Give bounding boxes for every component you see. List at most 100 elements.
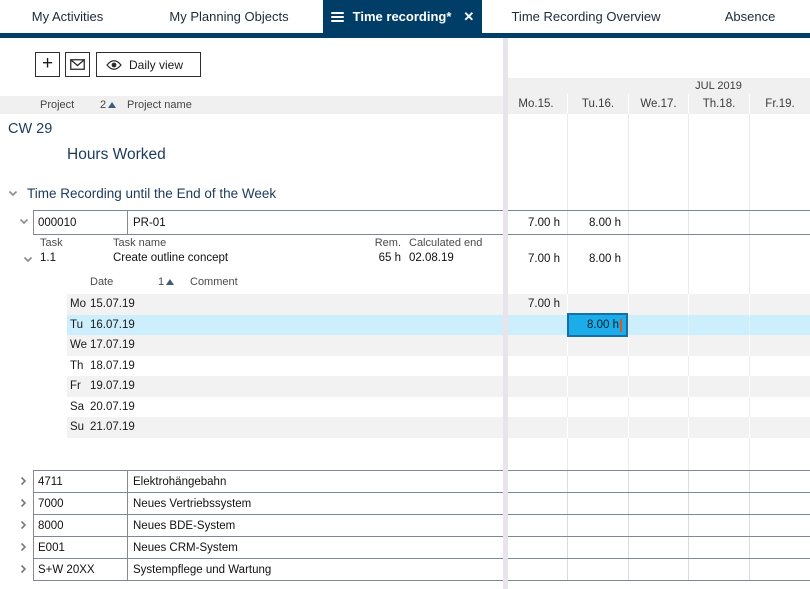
day-cell[interactable] [505,515,567,536]
day-cell[interactable] [749,356,810,377]
project-hours-th[interactable] [688,211,749,234]
hours-edit-cell[interactable]: 8.00 h [567,313,628,337]
project-hours-mo[interactable]: 7.00 h [505,211,567,234]
day-cell[interactable] [567,356,628,377]
column-header-task[interactable]: Task [40,237,63,249]
day-cell[interactable] [749,493,810,514]
tab-my-activities[interactable]: My Activities [0,0,135,33]
day-cell[interactable] [628,493,688,514]
day-cell[interactable] [567,559,628,580]
task-hours-we[interactable] [628,251,688,267]
task-hours-mo[interactable]: 7.00 h [505,251,567,267]
day-cell[interactable] [628,335,688,356]
day-cell[interactable] [628,397,688,418]
day-cell[interactable] [505,417,567,438]
day-cell[interactable] [628,376,688,397]
day-cell[interactable] [749,294,810,315]
day-cell[interactable] [628,471,688,492]
day-cell[interactable] [749,335,810,356]
day-cell[interactable] [688,515,749,536]
day-cell[interactable] [567,376,628,397]
column-header-comment[interactable]: Comment [190,276,238,288]
day-cell[interactable] [567,471,628,492]
day-cell[interactable] [505,335,567,356]
day-cell[interactable] [688,471,749,492]
day-cell[interactable] [567,294,628,315]
day-cell[interactable] [749,471,810,492]
day-cell[interactable] [567,493,628,514]
day-cell[interactable] [505,471,567,492]
day-cell[interactable] [749,515,810,536]
chevron-right-icon[interactable] [20,476,27,486]
column-header-project-name[interactable]: Project name [127,96,192,114]
tab-my-planning-objects[interactable]: My Planning Objects [135,0,323,33]
day-hours-mo[interactable]: 7.00 h [505,294,567,315]
project-name-cell[interactable]: Neues Vertriebssystem [128,493,505,514]
day-cell[interactable] [628,356,688,377]
day-cell[interactable] [505,376,567,397]
close-icon[interactable]: ✕ [463,9,474,25]
day-cell[interactable] [628,559,688,580]
project-code-cell[interactable]: 000010 [33,211,128,234]
task-hours-fr[interactable] [749,251,810,267]
project-code-cell[interactable]: 8000 [33,515,128,536]
sort-indicator-date[interactable]: 1 [158,276,174,288]
tab-time-recording[interactable]: Time recording* ✕ [323,0,482,33]
section-time-recording-week[interactable]: Time Recording until the End of the Week [27,186,276,201]
tab-absence[interactable]: Absence [690,0,810,33]
day-cell[interactable] [688,417,749,438]
date-row-we[interactable]: We 17.07.19 [67,335,810,356]
task-hours-tu[interactable]: 8.00 h [567,251,628,267]
project-row-e001[interactable]: E001 Neues CRM-System [33,536,810,558]
project-hours-we[interactable] [628,211,688,234]
project-hours-tu[interactable]: 8.00 h [567,211,628,234]
mail-button[interactable] [65,52,90,77]
project-name-cell[interactable]: Systempflege und Wartung [128,559,505,580]
project-code-cell[interactable]: S+W 20XX [33,559,128,580]
sort-indicator-project[interactable]: 2 [100,96,116,114]
project-row-000010[interactable]: 000010 PR-01 7.00 h 8.00 h [33,210,810,235]
day-cell[interactable] [567,537,628,558]
day-cell[interactable] [628,417,688,438]
day-cell[interactable] [505,315,567,336]
day-cell[interactable] [688,537,749,558]
day-cell[interactable] [505,559,567,580]
day-cell[interactable] [567,417,628,438]
project-hours-fr[interactable] [749,211,810,234]
day-cell[interactable] [688,335,749,356]
date-row-th[interactable]: Th 18.07.19 [67,356,810,377]
column-header-calculated-end[interactable]: Calculated end [409,237,482,249]
day-cell[interactable] [505,493,567,514]
tab-time-recording-overview[interactable]: Time Recording Overview [482,0,690,33]
day-cell[interactable] [688,376,749,397]
day-cell[interactable] [749,559,810,580]
day-cell[interactable] [505,397,567,418]
project-code-cell[interactable]: E001 [33,537,128,558]
chevron-down-icon[interactable] [23,256,33,263]
chevron-right-icon[interactable] [20,542,27,552]
date-row-sa[interactable]: Sa 20.07.19 [67,397,810,418]
day-cell[interactable] [688,294,749,315]
project-code-cell[interactable]: 4711 [33,471,128,492]
date-row-mo[interactable]: Mo 15.07.19 7.00 h [67,294,810,315]
project-row-4711[interactable]: 4711 Elektrohängebahn [33,470,810,492]
column-header-rem[interactable]: Rem. [350,237,401,249]
day-cell[interactable] [567,335,628,356]
chevron-right-icon[interactable] [20,498,27,508]
day-cell[interactable] [749,376,810,397]
day-cell[interactable] [628,315,688,336]
day-cell[interactable] [688,356,749,377]
daily-view-button[interactable]: Daily view [96,52,201,77]
day-cell[interactable] [628,515,688,536]
chevron-right-icon[interactable] [20,564,27,574]
chevron-right-icon[interactable] [20,520,27,530]
day-cell[interactable] [749,315,810,336]
project-code-cell[interactable]: 7000 [33,493,128,514]
column-header-date[interactable]: Date [90,276,113,288]
day-cell[interactable] [688,559,749,580]
day-cell[interactable] [749,397,810,418]
day-cell[interactable] [749,417,810,438]
project-name-cell[interactable]: Elektrohängebahn [128,471,505,492]
day-cell[interactable] [688,493,749,514]
column-header-project[interactable]: Project [40,96,74,114]
